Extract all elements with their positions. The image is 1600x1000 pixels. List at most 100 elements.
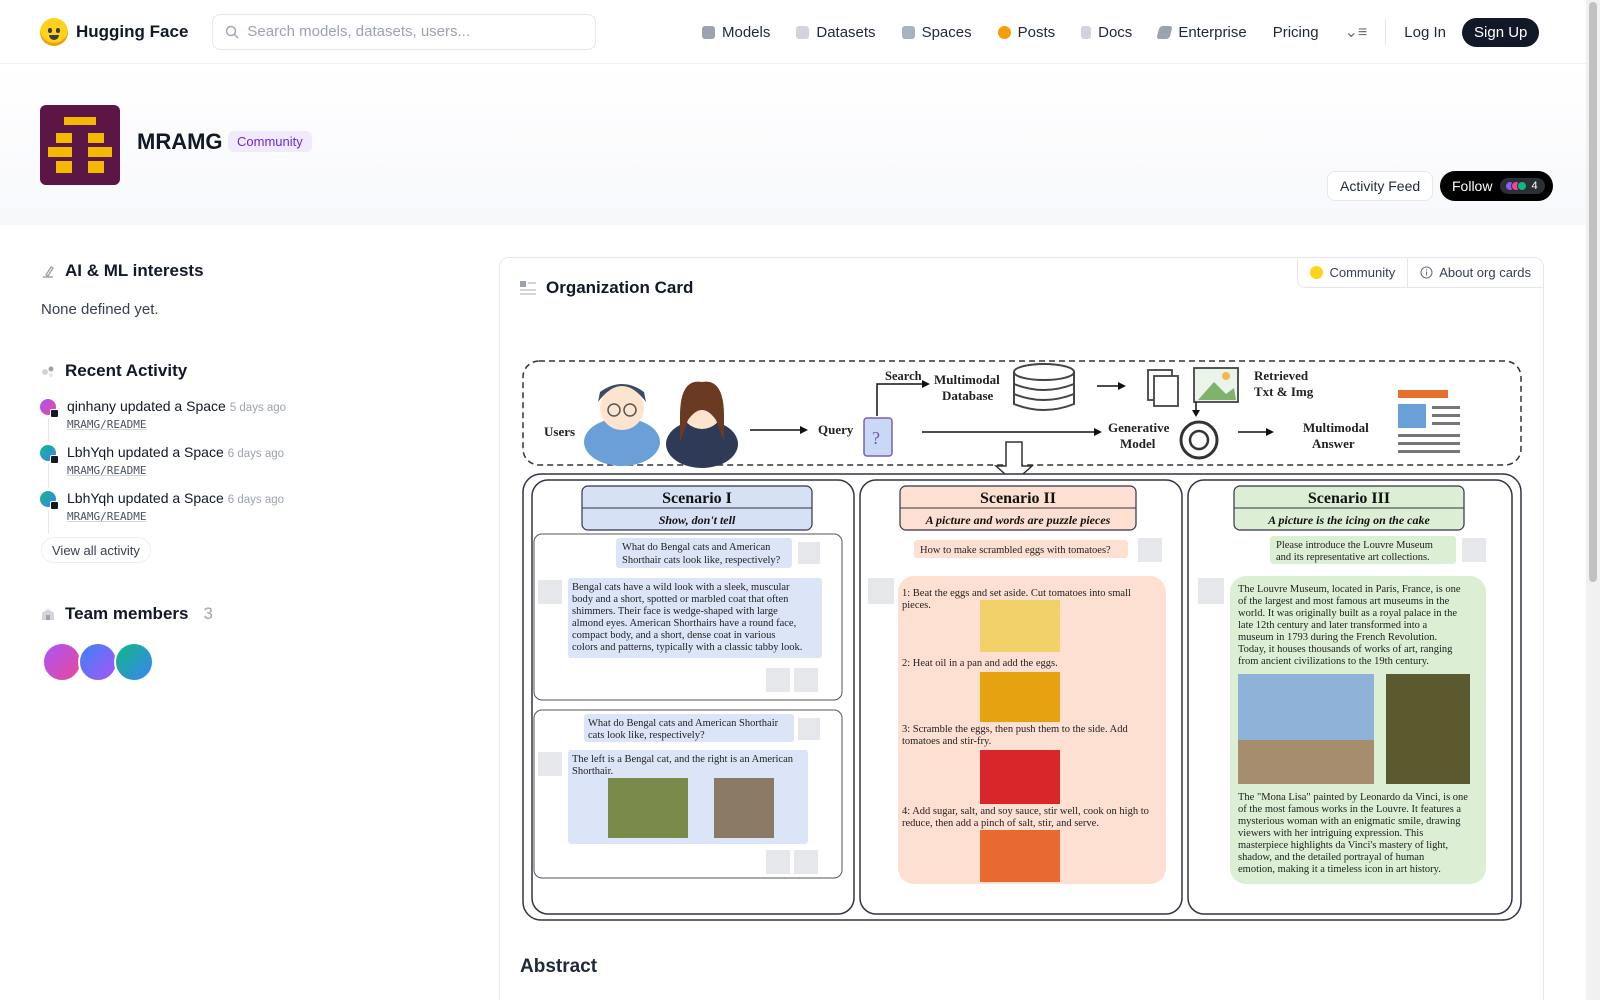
user-avatar — [40, 445, 59, 464]
s1-answer-2-line-1: The left is a Bengal cat, and the right … — [572, 754, 794, 765]
tomatoes-stir-fry-image — [980, 750, 1060, 804]
activity-user[interactable]: LbhYqh — [67, 490, 114, 506]
org-avatar-pattern-icon — [48, 117, 112, 173]
community-tab-label: Community — [1329, 265, 1396, 280]
user-avatar-icon — [1138, 538, 1162, 562]
interests-title: AI & ML interests — [65, 261, 204, 280]
activity-item[interactable]: LbhYqh updated a Space 6 days ago MRAMG/R… — [40, 490, 340, 534]
interests-value: None defined yet. — [41, 301, 159, 318]
s3-answer-2-line-5: masterpiece highlights da Vinci's master… — [1238, 840, 1448, 851]
follower-count: 4 — [1531, 180, 1538, 192]
models-icon — [702, 25, 715, 39]
s3-answer-2-line-7: emotion, making it a timeless icon in ar… — [1238, 864, 1441, 875]
s1-question-2-line-2: cats look like, respectively? — [588, 730, 705, 741]
nav-datasets[interactable]: Datasets — [796, 24, 876, 41]
nav-docs-label: Docs — [1098, 23, 1133, 41]
search-input[interactable] — [247, 23, 568, 40]
hf-logo[interactable]: Hugging Face — [40, 17, 188, 46]
s1-answer-1-line-2: body and a short, spotted or marbled coa… — [572, 594, 789, 605]
community-tab[interactable]: Community — [1298, 258, 1407, 287]
final-dish-image — [980, 830, 1060, 882]
signup-button[interactable]: Sign Up — [1462, 17, 1540, 47]
s2-step-2-line-1: 2: Heat oil in a pan and add the eggs. — [902, 658, 1058, 669]
follow-label: Follow — [1452, 178, 1493, 194]
activity-action: updated a Space — [117, 490, 224, 506]
nav-pricing[interactable]: Pricing — [1273, 24, 1319, 41]
main-nav: Models Datasets Spaces Posts Docs Enterp… — [702, 0, 1540, 64]
activity-time: 6 days ago — [227, 494, 285, 506]
search-box[interactable] — [212, 13, 597, 50]
s3-answer-1-line-5: museum in 1793 during the French Revolut… — [1238, 632, 1437, 643]
abstract-heading: Abstract — [520, 956, 598, 977]
posts-icon — [997, 25, 1011, 39]
s3-answer-2-line-2: of the most famous works in the Louvre. … — [1238, 804, 1461, 815]
about-org-cards-label: About org cards — [1439, 265, 1531, 280]
scenario-1-subtitle: Show, don't tell — [659, 513, 736, 527]
user-avatar — [40, 491, 59, 510]
fig-query-label: Query — [818, 422, 854, 437]
answer-document-icon — [1398, 390, 1460, 456]
nav-spaces[interactable]: Spaces — [901, 24, 972, 41]
mona-lisa-image — [1386, 674, 1470, 784]
activity-time: 6 days ago — [227, 448, 285, 460]
activity-user[interactable]: qinhany — [67, 398, 116, 414]
page-scrollbar[interactable] — [1586, 0, 1600, 1000]
view-all-activity-button[interactable]: View all activity — [41, 537, 151, 563]
activity-space-link[interactable]: MRAMG/README — [67, 464, 146, 477]
s3-answer-2-line-6: shadow, and the detailed portrayal of hu… — [1238, 852, 1425, 863]
about-org-cards-tab[interactable]: About org cards — [1407, 258, 1543, 287]
s3-answer-1-line-4: late 12th century and later transformed … — [1238, 620, 1428, 631]
activity-user[interactable]: LbhYqh — [67, 444, 114, 460]
card-tabs: Community About org cards — [1297, 258, 1543, 288]
bengal-cat-image — [608, 778, 688, 838]
community-badge: Community — [228, 131, 312, 152]
bot-avatar-icon — [538, 580, 562, 604]
activity-item[interactable]: qinhany updated a Space 5 days ago MRAMG/… — [40, 398, 340, 442]
team-member-avatar[interactable] — [78, 642, 118, 682]
org-name: MRAMG — [137, 129, 223, 154]
login-link[interactable]: Log In — [1404, 24, 1446, 41]
team-section-title: Team members 3 — [40, 604, 213, 624]
follower-count-badge: 4 — [1500, 178, 1545, 194]
fig-database-label-2: Database — [942, 388, 994, 403]
search-icon — [226, 25, 239, 38]
s1-answer-2-line-2: Shorthair. — [572, 766, 613, 777]
activity-text: LbhYqh updated a Space 6 days ago — [67, 444, 284, 460]
activity-space-link[interactable]: MRAMG/README — [67, 418, 146, 431]
org-header: MRAMG Community Activity Feed Follow 4 — [0, 65, 1586, 225]
hugging-face-logo-icon — [40, 17, 68, 46]
user-avatar-icon — [794, 850, 818, 874]
datasets-icon — [796, 25, 810, 39]
microscope-icon — [43, 266, 55, 278]
nav-enterprise[interactable]: Enterprise — [1156, 24, 1247, 41]
happy-face-icon — [766, 850, 790, 874]
activity-item[interactable]: LbhYqh updated a Space 6 days ago MRAMG/R… — [40, 444, 340, 488]
eggs-in-pan-image — [980, 672, 1060, 722]
follow-button[interactable]: Follow 4 — [1440, 171, 1553, 201]
nav-models[interactable]: Models — [702, 24, 770, 41]
timeline-line — [48, 510, 49, 534]
activity-feed-button[interactable]: Activity Feed — [1327, 171, 1434, 201]
team-member-avatar[interactable] — [114, 642, 154, 682]
scrollbar-thumb[interactable] — [1589, 2, 1597, 582]
s1-question-1-line-2: Shorthair cats look like, respectively? — [622, 555, 781, 566]
scenario-3-panel: Scenario III A picture is the icing on t… — [1187, 479, 1513, 915]
nav-pricing-label: Pricing — [1272, 23, 1319, 41]
nav-posts[interactable]: Posts — [997, 24, 1055, 41]
retrieved-docs-icon — [1147, 369, 1179, 407]
team-member-avatar[interactable] — [42, 642, 82, 682]
scenario-2-title: Scenario II — [980, 490, 1056, 507]
scenario-1-title: Scenario I — [662, 490, 732, 507]
community-emoji-icon — [1310, 266, 1324, 279]
organization-card: Organization Card Community About org ca… — [499, 257, 1544, 1000]
activity-space-link[interactable]: MRAMG/README — [67, 510, 146, 523]
more-menu-icon[interactable]: ⌄≡ — [1345, 22, 1368, 42]
s1-answer-1-line-3: shimmers. Their face is wedge-shaped wit… — [572, 606, 778, 617]
s2-step-4-line-1: 4: Add sugar, salt, and soy sauce, stir … — [902, 806, 1149, 817]
mramg-overview-figure: Users Query ? Search Multimodal Database… — [522, 360, 1522, 921]
enterprise-icon — [1156, 25, 1174, 39]
team-count: 3 — [203, 604, 213, 623]
nav-docs[interactable]: Docs — [1081, 24, 1132, 41]
s2-step-1-line-2: pieces. — [902, 600, 931, 611]
timeline-line — [48, 418, 49, 442]
